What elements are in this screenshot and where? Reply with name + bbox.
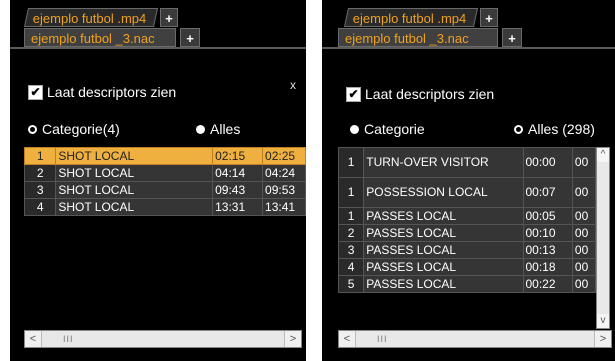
cell-name: PASSES LOCAL (363, 224, 524, 242)
radio-categorie-label: Categorie(4) (42, 121, 120, 137)
cell-end: 00 (571, 224, 597, 242)
radio-alles-label: Alles (210, 121, 241, 137)
show-descriptors-row[interactable]: ✔ Laat descriptors zien (28, 84, 176, 100)
cell-num: 3 (337, 241, 365, 259)
left-panel: ejemplo futbol .mp4 + ejemplo futbol _3.… (10, 0, 306, 361)
show-descriptors-checkbox[interactable]: ✔ (346, 86, 361, 102)
radio-icon[interactable] (28, 124, 37, 134)
tab-divider (10, 47, 306, 49)
show-descriptors-checkbox[interactable]: ✔ (28, 84, 43, 100)
scroll-right-icon[interactable]: > (594, 331, 611, 347)
tab-divider (322, 47, 615, 49)
cell-start: 00:00 (522, 147, 573, 178)
cell-num: 1 (23, 147, 57, 165)
cell-end: 09:53 (262, 181, 306, 199)
cell-start: 00:22 (522, 275, 573, 293)
table-row[interactable]: 1 PASSES LOCAL 00:05 00 (337, 207, 597, 225)
cell-num: 5 (337, 275, 365, 293)
table-row[interactable]: 4 PASSES LOCAL 00:18 00 (337, 258, 597, 276)
cell-name: SHOT LOCAL (55, 164, 214, 182)
cell-num: 4 (23, 198, 57, 216)
cell-start: 00:05 (522, 207, 573, 225)
table-row[interactable]: 2 SHOT LOCAL 04:14 04:24 (23, 164, 306, 182)
cell-end: 00 (571, 241, 597, 259)
table-row[interactable]: 2 PASSES LOCAL 00:10 00 (337, 224, 597, 242)
scroll-right-icon[interactable]: > (284, 331, 301, 347)
cell-name: TURN-OVER VISITOR (363, 147, 524, 178)
cell-num: 1 (337, 177, 365, 208)
show-descriptors-row[interactable]: ✔ Laat descriptors zien (346, 86, 494, 102)
events-table: 1 SHOT LOCAL 02:15 02:25 2 SHOT LOCAL 04:14 04:… (23, 147, 306, 216)
table-row[interactable]: 4 SHOT LOCAL 13:31 13:41 (23, 198, 306, 216)
cell-name: SHOT LOCAL (55, 181, 214, 199)
add-tab-button[interactable]: + (480, 8, 498, 27)
radio-alles[interactable]: Alles (196, 121, 240, 137)
events-table: 1 TURN-OVER VISITOR 00:00 00 1 POSSESSION LOC… (337, 147, 597, 293)
table-row[interactable]: 3 PASSES LOCAL 00:13 00 (337, 241, 597, 259)
cell-start: 00:13 (522, 241, 573, 259)
cell-num: 1 (337, 147, 365, 178)
radio-alles[interactable]: Alles (298) (514, 121, 595, 137)
cell-start: 09:43 (212, 181, 264, 199)
right-panel: ejemplo futbol .mp4 + ejemplo futbol _3.… (322, 0, 615, 361)
cell-name: SHOT LOCAL (55, 147, 214, 165)
cell-end: 00 (571, 177, 597, 208)
radio-icon[interactable] (196, 124, 205, 134)
show-descriptors-label: Laat descriptors zien (365, 86, 495, 102)
table-row[interactable]: 1 TURN-OVER VISITOR 00:00 00 (337, 147, 597, 178)
radio-categorie-label: Categorie (364, 121, 425, 137)
cell-end: 13:41 (262, 198, 306, 216)
cell-num: 2 (337, 224, 365, 242)
cell-end: 00 (571, 258, 597, 276)
cell-end: 00 (571, 207, 597, 225)
cell-end: 00 (571, 275, 597, 293)
radio-categorie[interactable]: Categorie(4) (28, 121, 120, 137)
cell-start: 00:07 (522, 177, 573, 208)
table-row[interactable]: 5 PASSES LOCAL 00:22 00 (337, 275, 597, 293)
cell-name: PASSES LOCAL (363, 207, 524, 225)
scroll-left-icon[interactable]: < (339, 331, 356, 347)
cell-name: PASSES LOCAL (363, 241, 524, 259)
tab-mp4[interactable]: ejemplo futbol .mp4 (343, 8, 479, 27)
cell-start: 13:31 (212, 198, 264, 216)
radio-alles-label: Alles (298) (528, 121, 595, 137)
cell-end: 02:25 (262, 147, 306, 165)
cell-name: POSSESSION LOCAL (363, 177, 524, 208)
cell-start: 00:10 (522, 224, 573, 242)
table-row[interactable]: 1 POSSESSION LOCAL 00:07 00 (337, 177, 597, 208)
add-tab-button[interactable]: + (160, 8, 178, 27)
cell-end: 04:24 (262, 164, 306, 182)
scroll-down-icon[interactable]: v (597, 314, 609, 328)
tab-nac[interactable]: ejemplo futbol _3.nac (338, 28, 498, 47)
cell-start: 02:15 (212, 147, 264, 165)
show-descriptors-label: Laat descriptors zien (47, 84, 177, 100)
radio-icon[interactable] (514, 124, 523, 134)
scroll-left-icon[interactable]: < (25, 331, 42, 347)
tab-nac[interactable]: ejemplo futbol _3.nac (24, 28, 176, 47)
cell-start: 00:18 (522, 258, 573, 276)
add-tab-button[interactable]: + (180, 28, 200, 47)
scroll-grip[interactable]: III (63, 334, 74, 344)
cell-num: 2 (23, 164, 57, 182)
horizontal-scrollbar[interactable]: < III > (24, 330, 302, 348)
radio-categorie[interactable]: Categorie (350, 121, 425, 137)
cell-start: 04:14 (212, 164, 264, 182)
cell-name: PASSES LOCAL (363, 258, 524, 276)
tab-mp4[interactable]: ejemplo futbol .mp4 (23, 8, 159, 27)
scroll-up-icon[interactable]: ^ (597, 148, 609, 162)
scroll-grip[interactable]: III (377, 334, 388, 344)
add-tab-button[interactable]: + (502, 28, 522, 47)
vertical-scrollbar[interactable]: ^ v (596, 147, 610, 329)
radio-icon[interactable] (350, 124, 359, 134)
cell-name: PASSES LOCAL (363, 275, 524, 293)
horizontal-scrollbar[interactable]: < III > (338, 330, 612, 348)
close-icon[interactable]: x (290, 78, 296, 92)
cell-num: 1 (337, 207, 365, 225)
cell-num: 4 (337, 258, 365, 276)
cell-end: 00 (571, 147, 597, 178)
cell-name: SHOT LOCAL (55, 198, 214, 216)
table-row[interactable]: 3 SHOT LOCAL 09:43 09:53 (23, 181, 306, 199)
table-row[interactable]: 1 SHOT LOCAL 02:15 02:25 (23, 147, 306, 165)
cell-num: 3 (23, 181, 57, 199)
